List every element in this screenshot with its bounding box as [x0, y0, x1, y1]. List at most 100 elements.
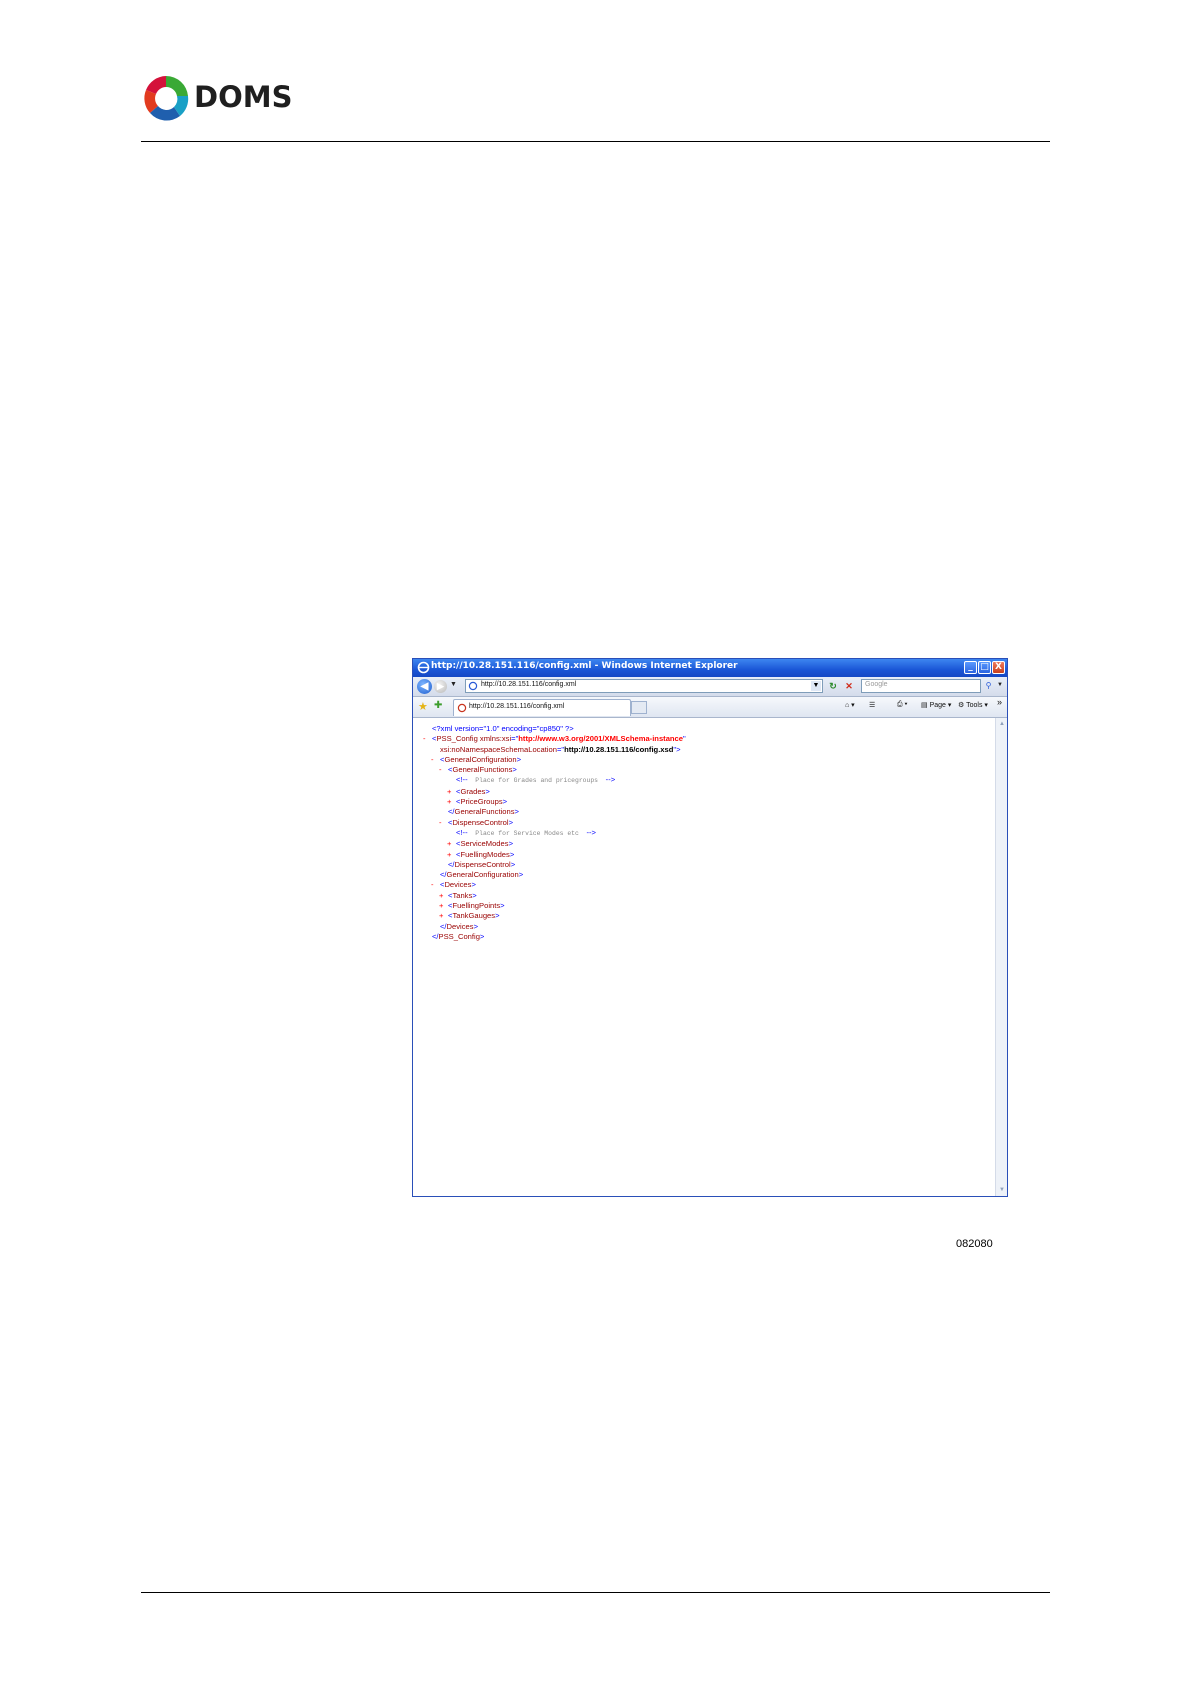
xml-token: =": [556, 744, 565, 754]
address-value: http://10.28.151.116/config.xml: [481, 681, 577, 688]
collapse-toggle[interactable]: +: [447, 839, 456, 849]
vertical-scrollbar[interactable]: ▲ ▼: [995, 718, 1007, 1196]
forward-button[interactable]: ▶: [434, 680, 447, 693]
xml-token: Grades: [460, 786, 486, 796]
collapse-toggle[interactable]: +: [447, 787, 456, 797]
collapse-toggle[interactable]: +: [447, 797, 456, 807]
tab-title: http://10.28.151.116/config.xml: [469, 703, 565, 710]
xml-line: + <PriceGroups>: [423, 797, 686, 807]
xml-viewer: <?xml version="1.0" encoding="cp850" ?> -…: [413, 718, 995, 1250]
back-button[interactable]: ◀: [417, 679, 432, 694]
feeds-icon[interactable]: ☰: [869, 701, 875, 709]
xml-token: DispenseControl: [452, 817, 509, 827]
maximize-button[interactable]: □: [978, 661, 991, 674]
search-icon[interactable]: ⚲: [983, 680, 994, 691]
ie-window: http://10.28.151.116/config.xml - Window…: [412, 658, 1008, 1250]
xml-token: >: [502, 797, 508, 807]
print-icon[interactable]: ⎙ ▾: [897, 701, 908, 709]
xml-tree: <?xml version="1.0" encoding="cp850" ?> -…: [423, 724, 686, 942]
collapse-toggle[interactable]: +: [447, 850, 456, 860]
search-options-icon[interactable]: ▼: [996, 680, 1004, 691]
figure-id: 082080: [956, 1238, 993, 1250]
address-field[interactable]: http://10.28.151.116/config.xml ▼: [465, 679, 823, 693]
page-menu-label: Page: [929, 702, 946, 709]
xml-line: - <PSS_Config xmlns:xsi="http://www.w3.or…: [423, 734, 686, 744]
xml-token: ">: [673, 744, 681, 754]
scroll-up-icon[interactable]: ▲: [997, 719, 1007, 729]
xml-line: - <GeneralFunctions>: [423, 765, 686, 775]
xml-line: + <FuellingPoints>: [423, 901, 686, 911]
xml-token: TankGauges: [452, 911, 496, 921]
page-menu-button[interactable]: ▤ Page ▾: [921, 701, 951, 709]
xml-token: Place for Service Modes etc: [467, 829, 587, 837]
scroll-down-icon[interactable]: ▼: [997, 1185, 1007, 1195]
collapse-toggle[interactable]: -: [423, 734, 432, 744]
xml-line: <!-- Place for Service Modes etc -->: [423, 828, 686, 839]
xml-token: GeneralFunctions: [452, 765, 513, 775]
xml-line: </DispenseControl>: [423, 860, 686, 870]
collapse-toggle[interactable]: -: [431, 755, 440, 765]
collapse-toggle[interactable]: +: [439, 901, 448, 911]
stop-icon[interactable]: ✕: [843, 680, 855, 692]
xml-line: <!-- Place for Grades and pricegroups --…: [423, 775, 686, 786]
xml-token: http://www.w3.org/2001/XMLSchema-instanc…: [518, 734, 684, 744]
xml-token: >: [516, 754, 522, 764]
tools-gear-icon: ⚙: [958, 702, 965, 709]
xml-token: Devices: [446, 921, 474, 931]
xml-token: PSS_Config: [436, 734, 478, 744]
address-dropdown-icon[interactable]: ▼: [811, 681, 821, 691]
tools-menu-label: Tools: [966, 702, 983, 709]
collapse-toggle[interactable]: -: [439, 765, 448, 775]
search-placeholder: Google: [865, 681, 888, 688]
xml-line: - <Devices>: [423, 880, 686, 890]
collapse-toggle[interactable]: -: [439, 818, 448, 828]
xml-token: Place for Grades and pricegroups: [467, 777, 606, 785]
xml-token: ": [683, 734, 686, 744]
header-rule: [141, 141, 1050, 142]
xml-token: ServiceModes: [460, 839, 509, 849]
xml-token: >: [514, 807, 519, 817]
xml-token: <!--: [456, 827, 468, 837]
xml-token: >: [512, 765, 517, 775]
collapse-toggle[interactable]: +: [439, 911, 448, 921]
xml-token: >: [472, 890, 477, 900]
add-favorite-icon[interactable]: ✚: [434, 700, 442, 711]
xml-line: </GeneralFunctions>: [423, 807, 686, 817]
tools-menu-button[interactable]: ⚙ Tools ▾: [958, 701, 988, 709]
address-bar: ◀ ▶ ▼ http://10.28.151.116/config.xml ▼ …: [413, 677, 1007, 697]
xml-line: + <FuellingModes>: [423, 850, 686, 860]
new-tab-button[interactable]: [631, 701, 647, 714]
doms-logo: DOMS: [140, 72, 293, 126]
xml-line: </Devices>: [423, 922, 686, 932]
close-button[interactable]: X: [992, 661, 1005, 674]
xml-token: xsi:noNamespaceSchemaLocation: [440, 744, 557, 754]
history-dropdown-icon[interactable]: ▼: [450, 681, 457, 688]
doms-logo-mark-icon: [144, 75, 189, 121]
minimize-button[interactable]: _: [964, 661, 977, 674]
favorites-star-icon[interactable]: ★: [418, 700, 428, 713]
tab-config-xml[interactable]: http://10.28.151.116/config.xml: [453, 699, 631, 716]
xml-token: >: [485, 786, 490, 796]
xml-token: >: [509, 849, 515, 859]
search-input[interactable]: Google: [861, 679, 981, 693]
xml-line: + <ServiceModes>: [423, 839, 686, 849]
xml-token: <!--: [456, 775, 468, 785]
xml-line: - <DispenseControl>: [423, 818, 686, 828]
collapse-toggle[interactable]: +: [439, 891, 448, 901]
collapse-toggle[interactable]: -: [431, 880, 440, 890]
xml-token: PriceGroups: [460, 797, 503, 807]
footer-rule: [141, 1592, 1050, 1593]
xml-line: + <Grades>: [423, 787, 686, 797]
xml-token: -->: [586, 827, 597, 837]
xml-token: FuellingModes: [460, 849, 510, 859]
xml-token: >: [471, 880, 476, 890]
home-icon[interactable]: ⌂ ▾: [845, 701, 855, 709]
forward-arrow-icon: ▶: [437, 681, 444, 691]
xml-line: <?xml version="1.0" encoding="cp850" ?>: [423, 724, 686, 734]
xml-token: >: [495, 911, 500, 921]
ie-logo-icon: [417, 661, 430, 674]
page-icon: [468, 681, 478, 691]
logo-wordmark: DOMS: [194, 80, 293, 114]
more-tools-chevron[interactable]: »: [997, 697, 1002, 707]
refresh-icon[interactable]: ↻: [827, 680, 839, 692]
